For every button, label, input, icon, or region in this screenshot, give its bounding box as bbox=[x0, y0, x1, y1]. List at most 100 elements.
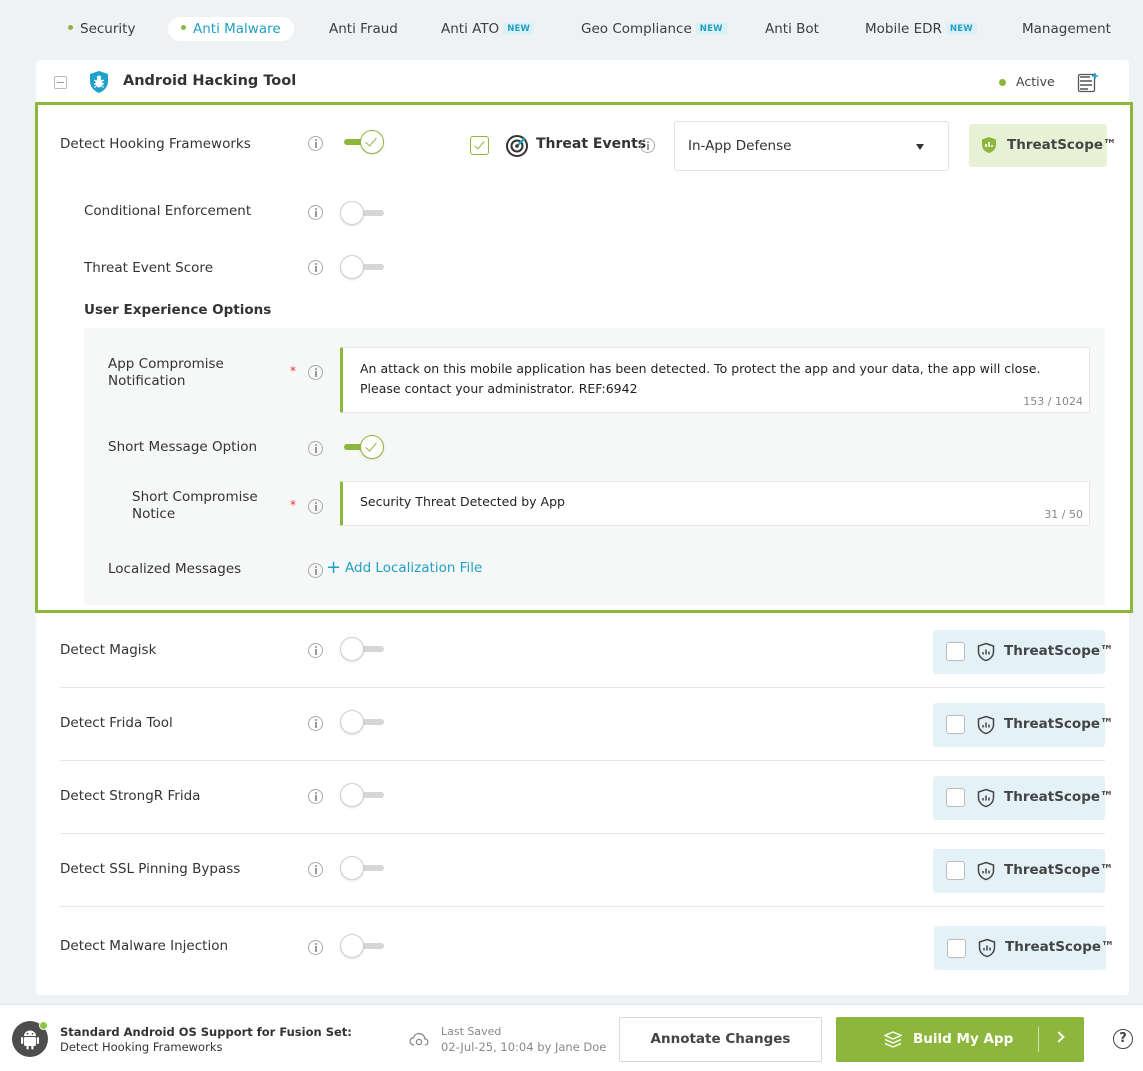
required-mark: * bbox=[290, 498, 296, 512]
threat-events-checkbox[interactable] bbox=[470, 136, 489, 155]
collapse-icon[interactable] bbox=[54, 76, 67, 89]
plus-icon: + bbox=[326, 557, 342, 578]
conditional-label: Conditional Enforcement bbox=[84, 203, 252, 219]
score-label: Threat Event Score bbox=[84, 260, 213, 276]
shield-bug-icon bbox=[90, 71, 108, 93]
info-icon[interactable] bbox=[308, 643, 323, 658]
localized-label: Localized Messages bbox=[108, 561, 242, 577]
detection-label: Detect Malware Injection bbox=[60, 938, 229, 954]
tab-security[interactable]: Security bbox=[56, 17, 147, 41]
detection-toggle[interactable] bbox=[340, 637, 386, 661]
threatscope-checkbox[interactable] bbox=[946, 788, 965, 807]
annotate-changes-button[interactable]: Annotate Changes bbox=[619, 1017, 822, 1062]
threatscope-option[interactable]: ThreatScope™ bbox=[933, 703, 1114, 747]
detection-label: Detect Magisk bbox=[60, 642, 157, 658]
tab-mobile-edr[interactable]: Mobile EDR NEW bbox=[853, 17, 989, 41]
module-tabs: Security Anti Malware Anti Fraud Anti AT… bbox=[56, 17, 1143, 43]
caret-down-icon bbox=[916, 144, 924, 150]
threatscope-checkbox[interactable] bbox=[946, 642, 965, 661]
threatscope-checkbox[interactable] bbox=[946, 715, 965, 734]
defense-select[interactable]: In-App Defense bbox=[674, 121, 949, 171]
score-toggle[interactable] bbox=[340, 255, 386, 279]
radar-icon bbox=[506, 135, 528, 157]
chevron-right-icon[interactable] bbox=[1053, 1031, 1065, 1043]
row-divider bbox=[60, 906, 1105, 907]
info-icon[interactable] bbox=[308, 441, 323, 456]
info-icon[interactable] bbox=[640, 138, 655, 153]
required-mark: * bbox=[290, 364, 296, 378]
short-msg-toggle[interactable] bbox=[340, 435, 386, 459]
compromise-notification-field[interactable]: An attack on this mobile application has… bbox=[340, 347, 1090, 413]
threatscope-option[interactable]: ThreatScope™ bbox=[933, 849, 1114, 893]
tab-anti-ato[interactable]: Anti ATO NEW bbox=[429, 17, 546, 41]
row-divider bbox=[60, 687, 1105, 688]
info-icon[interactable] bbox=[308, 365, 323, 380]
threatscope-option[interactable]: ThreatScope™ bbox=[933, 776, 1114, 820]
row-divider bbox=[60, 760, 1105, 761]
info-icon[interactable] bbox=[308, 260, 323, 275]
conditional-toggle[interactable] bbox=[340, 201, 386, 225]
tab-geo-compliance[interactable]: Geo Compliance NEW bbox=[569, 17, 739, 41]
detection-toggle[interactable] bbox=[340, 783, 386, 807]
compromise-label: App Compromise Notification bbox=[108, 356, 224, 389]
card-header: Android Hacking Tool Active bbox=[36, 60, 1129, 104]
info-icon[interactable] bbox=[308, 563, 323, 578]
info-icon[interactable] bbox=[308, 862, 323, 877]
status-dot bbox=[181, 25, 186, 30]
add-note-icon[interactable] bbox=[1077, 72, 1099, 94]
row-divider bbox=[60, 833, 1105, 834]
online-dot bbox=[39, 1021, 48, 1030]
info-icon[interactable] bbox=[308, 940, 323, 955]
detection-label: Detect SSL Pinning Bypass bbox=[60, 861, 241, 877]
threatscope-checkbox[interactable] bbox=[946, 861, 965, 880]
tab-management[interactable]: Management bbox=[1010, 17, 1123, 41]
tab-anti-bot[interactable]: Anti Bot bbox=[753, 17, 831, 41]
char-counter: 31 / 50 bbox=[1044, 508, 1083, 521]
tab-anti-malware[interactable]: Anti Malware bbox=[168, 17, 294, 41]
info-icon[interactable] bbox=[308, 789, 323, 804]
android-icon bbox=[12, 1021, 48, 1057]
footer-title: Standard Android OS Support for Fusion S… bbox=[60, 1025, 352, 1039]
last-saved-label: Last Saved bbox=[441, 1025, 502, 1038]
info-icon[interactable] bbox=[308, 136, 323, 151]
footer-bar: Standard Android OS Support for Fusion S… bbox=[0, 1004, 1143, 1071]
detection-label: Detect StrongR Frida bbox=[60, 788, 201, 804]
active-status-dot bbox=[999, 79, 1006, 86]
threatscope-shield-icon bbox=[977, 788, 995, 808]
new-badge: NEW bbox=[695, 23, 727, 35]
last-saved-value: 02-Jul-25, 10:04 by Jane Doe bbox=[441, 1040, 607, 1054]
ux-heading: User Experience Options bbox=[84, 302, 272, 318]
info-icon[interactable] bbox=[308, 205, 323, 220]
threatscope-checkbox[interactable] bbox=[947, 939, 966, 958]
threat-events-label: Threat Events bbox=[536, 136, 647, 152]
short-notice-field[interactable]: Security Threat Detected by App 31 / 50 bbox=[340, 481, 1090, 526]
footer-subtitle: Detect Hooking Frameworks bbox=[60, 1040, 223, 1054]
ux-options-panel: App Compromise Notification * An attack o… bbox=[84, 328, 1105, 605]
threatscope-option[interactable]: ThreatScope™ bbox=[933, 630, 1114, 674]
status-label: Active bbox=[1016, 74, 1055, 89]
threatscope-shield-icon bbox=[982, 137, 996, 153]
short-msg-label: Short Message Option bbox=[108, 439, 258, 455]
threatscope-shield-icon bbox=[978, 938, 996, 958]
char-counter: 153 / 1024 bbox=[1023, 395, 1083, 408]
new-badge: NEW bbox=[503, 23, 535, 35]
threatscope-option[interactable]: ThreatScope™ bbox=[934, 926, 1115, 970]
threatscope-button[interactable]: ThreatScope™ bbox=[969, 124, 1117, 167]
add-localization-link[interactable]: + Add Localization File bbox=[326, 559, 482, 577]
build-icon bbox=[884, 1031, 902, 1048]
short-notice-label: Short Compromise Notice bbox=[132, 489, 258, 522]
cloud-save-icon bbox=[409, 1032, 429, 1046]
info-icon[interactable] bbox=[308, 499, 323, 514]
hooking-toggle[interactable] bbox=[340, 130, 386, 154]
threatscope-shield-icon bbox=[977, 642, 995, 662]
info-icon[interactable] bbox=[308, 716, 323, 731]
new-badge: NEW bbox=[945, 23, 977, 35]
build-my-app-button[interactable]: Build My App bbox=[836, 1017, 1084, 1062]
status-dot bbox=[68, 25, 73, 30]
tab-anti-fraud[interactable]: Anti Fraud bbox=[317, 17, 410, 41]
help-icon[interactable]: ? bbox=[1113, 1029, 1133, 1049]
detection-toggle[interactable] bbox=[340, 710, 386, 734]
card-title: Android Hacking Tool bbox=[123, 73, 297, 89]
detection-toggle[interactable] bbox=[340, 856, 386, 880]
detection-toggle[interactable] bbox=[340, 934, 386, 958]
